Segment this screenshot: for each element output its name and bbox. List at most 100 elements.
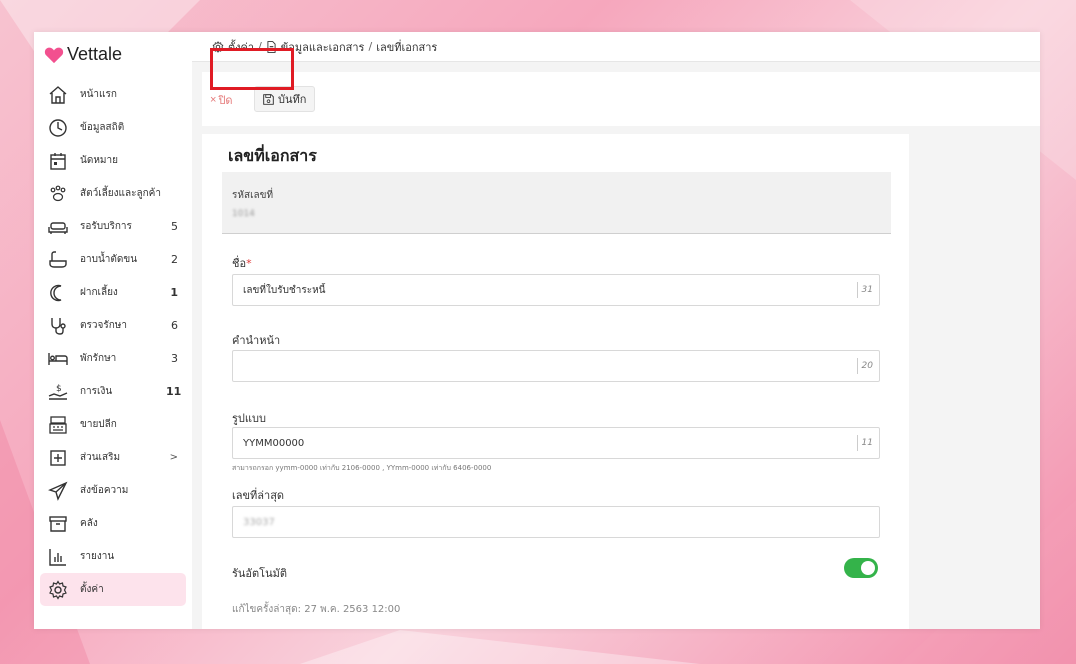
sidebar-item-reports[interactable]: รายงาน bbox=[40, 540, 186, 573]
home-icon bbox=[49, 85, 67, 104]
sidebar-item-addons[interactable]: ส่วนเสริม > bbox=[40, 441, 186, 474]
close-label: ปิด bbox=[218, 95, 233, 107]
format-hint: สามารถกรอก yymm-0000 เท่ากับ 2106-0000 ,… bbox=[232, 464, 492, 472]
last-edited-info: แก้ไขครั้งล่าสุด: 27 พ.ค. 2563 12:00 bbox=[232, 604, 401, 615]
app-name: Vettale bbox=[67, 44, 123, 64]
sidebar-item-label: ตรวจรักษา bbox=[80, 320, 127, 331]
prefix-input[interactable] bbox=[233, 351, 833, 381]
sidebar-item-waiting[interactable]: รอรับบริการ 5 bbox=[40, 210, 186, 243]
close-button[interactable]: × ปิด bbox=[210, 91, 233, 109]
sidebar-item-inventory[interactable]: คลัง bbox=[40, 507, 186, 540]
latest-number-input[interactable] bbox=[233, 507, 833, 537]
breadcrumb-separator: / bbox=[258, 40, 262, 53]
sidebar-item-label: พักรักษา bbox=[80, 353, 117, 364]
sidebar-item-label: รายงาน bbox=[80, 551, 115, 562]
count-badge: 5 bbox=[171, 220, 178, 233]
sidebar-item-label: อาบน้ำตัดขน bbox=[80, 254, 138, 265]
sidebar-item-label: หน้าแรก bbox=[80, 89, 117, 100]
sidebar-item-settings[interactable]: ตั้งค่า bbox=[40, 573, 186, 606]
plus-box-icon bbox=[50, 449, 66, 466]
sidebar-item-grooming[interactable]: อาบน้ำตัดขน 2 bbox=[40, 243, 186, 276]
sidebar-item-stats[interactable]: ข้อมูลสถิติ bbox=[40, 111, 186, 144]
format-field-label: รูปแบบ bbox=[232, 412, 266, 425]
breadcrumb-label: เลขที่เอกสาร bbox=[376, 40, 438, 54]
save-button[interactable]: บันทึก bbox=[254, 86, 316, 112]
required-marker: * bbox=[246, 257, 252, 270]
sidebar-item-label: ส่งข้อความ bbox=[80, 485, 129, 496]
prefix-field-label: คำนำหน้า bbox=[232, 334, 281, 347]
count-badge: 1 bbox=[170, 286, 178, 299]
document-number-form: เลขที่เอกสาร รหัสเลขที่ 1014 ชื่อ* 31 คำ… bbox=[202, 134, 909, 629]
auto-run-label: รันอัตโนมัติ bbox=[232, 567, 287, 580]
sidebar-item-appointments[interactable]: นัดหมาย bbox=[40, 144, 186, 177]
count-badge: 11 bbox=[166, 385, 182, 398]
name-field-label: ชื่อ* bbox=[232, 257, 252, 270]
sidebar-item-boarding[interactable]: ฝากเลี้ยง 1 bbox=[40, 276, 186, 309]
gear-icon bbox=[49, 579, 67, 600]
sidebar-item-label: นัดหมาย bbox=[80, 155, 118, 166]
page-title: เลขที่เอกสาร bbox=[228, 146, 317, 165]
breadcrumb: ตั้งค่า / ข้อมูลและเอกสาร / เลขที่เอกสาร bbox=[192, 32, 1040, 62]
stats-icon bbox=[49, 118, 67, 137]
code-label: รหัสเลขที่ bbox=[232, 190, 274, 201]
sidebar-item-label: ฝากเลี้ยง bbox=[80, 287, 118, 298]
gear-icon bbox=[212, 40, 224, 53]
close-icon: × bbox=[210, 94, 217, 106]
send-icon bbox=[48, 481, 68, 501]
char-counter: 31 bbox=[856, 282, 873, 298]
breadcrumb-settings[interactable]: ตั้งค่า bbox=[212, 38, 254, 56]
sidebar-item-finance[interactable]: $ การเงิน 11 bbox=[40, 375, 186, 408]
sidebar-item-label: ตั้งค่า bbox=[80, 584, 104, 595]
app-window: Vettale หน้าแรก ข้อมูลสถิติ นัดหมาย สัตว… bbox=[34, 32, 1040, 629]
breadcrumb-current: เลขที่เอกสาร bbox=[376, 38, 437, 56]
svg-text:$: $ bbox=[56, 384, 62, 394]
sidebar-item-home[interactable]: หน้าแรก bbox=[40, 78, 186, 111]
format-field: 11 bbox=[232, 427, 880, 459]
sofa-icon bbox=[48, 221, 68, 234]
code-value: 1014 bbox=[232, 209, 255, 219]
sidebar-item-retail[interactable]: ขายปลีก bbox=[40, 408, 186, 441]
name-input[interactable] bbox=[233, 275, 833, 305]
bathtub-icon bbox=[49, 250, 67, 268]
code-readonly-block: รหัสเลขที่ 1014 bbox=[222, 172, 891, 234]
save-label: บันทึก bbox=[278, 94, 307, 106]
count-badge: 2 bbox=[171, 253, 178, 266]
floppy-disk-icon bbox=[263, 93, 274, 105]
format-input[interactable] bbox=[233, 428, 833, 458]
app-logo[interactable]: Vettale bbox=[44, 44, 122, 65]
sidebar-item-label: ข้อมูลสถิติ bbox=[80, 122, 125, 133]
latest-number-label: เลขที่ล่าสุด bbox=[232, 489, 285, 502]
archive-icon bbox=[49, 515, 67, 532]
sidebar-item-label: การเงิน bbox=[80, 386, 113, 397]
breadcrumb-data-docs[interactable]: ข้อมูลและเอกสาร bbox=[266, 38, 364, 56]
chevron-right-icon: > bbox=[169, 452, 178, 463]
sidebar-item-pets-customers[interactable]: สัตว์เลี้ยงและลูกค้า bbox=[40, 177, 186, 210]
breadcrumb-label: ตั้งค่า bbox=[228, 40, 255, 54]
sidebar-item-label: คลัง bbox=[80, 518, 98, 529]
sidebar-item-label: สัตว์เลี้ยงและลูกค้า bbox=[80, 188, 161, 199]
cash-register-icon bbox=[49, 415, 67, 434]
breadcrumb-separator: / bbox=[368, 40, 373, 53]
toolbar: × ปิด บันทึก bbox=[202, 72, 1040, 126]
char-counter: 20 bbox=[856, 358, 873, 374]
sidebar-item-messages[interactable]: ส่งข้อความ bbox=[40, 474, 186, 507]
latest-number-field bbox=[232, 506, 880, 538]
sidebar-item-treatment[interactable]: ตรวจรักษา 6 bbox=[40, 309, 186, 342]
auto-run-toggle[interactable] bbox=[844, 558, 878, 578]
bar-chart-icon bbox=[49, 548, 66, 566]
bed-icon bbox=[48, 352, 68, 365]
paw-icon bbox=[50, 185, 66, 201]
stethoscope-icon bbox=[51, 317, 66, 335]
prefix-field: 20 bbox=[232, 350, 880, 382]
sidebar-menu: หน้าแรก ข้อมูลสถิติ นัดหมาย สัตว์เลี้ยงแ… bbox=[40, 78, 186, 606]
char-counter: 11 bbox=[856, 435, 873, 451]
calendar-icon bbox=[50, 152, 66, 170]
sidebar-item-label: รอรับบริการ bbox=[80, 221, 132, 232]
toggle-knob bbox=[861, 561, 875, 575]
count-badge: 3 bbox=[171, 352, 178, 365]
moon-icon bbox=[50, 284, 62, 301]
heart-logo-icon bbox=[44, 47, 64, 63]
sidebar-item-inpatient[interactable]: พักรักษา 3 bbox=[40, 342, 186, 375]
money-icon: $ bbox=[48, 384, 68, 400]
name-field: 31 bbox=[232, 274, 880, 306]
